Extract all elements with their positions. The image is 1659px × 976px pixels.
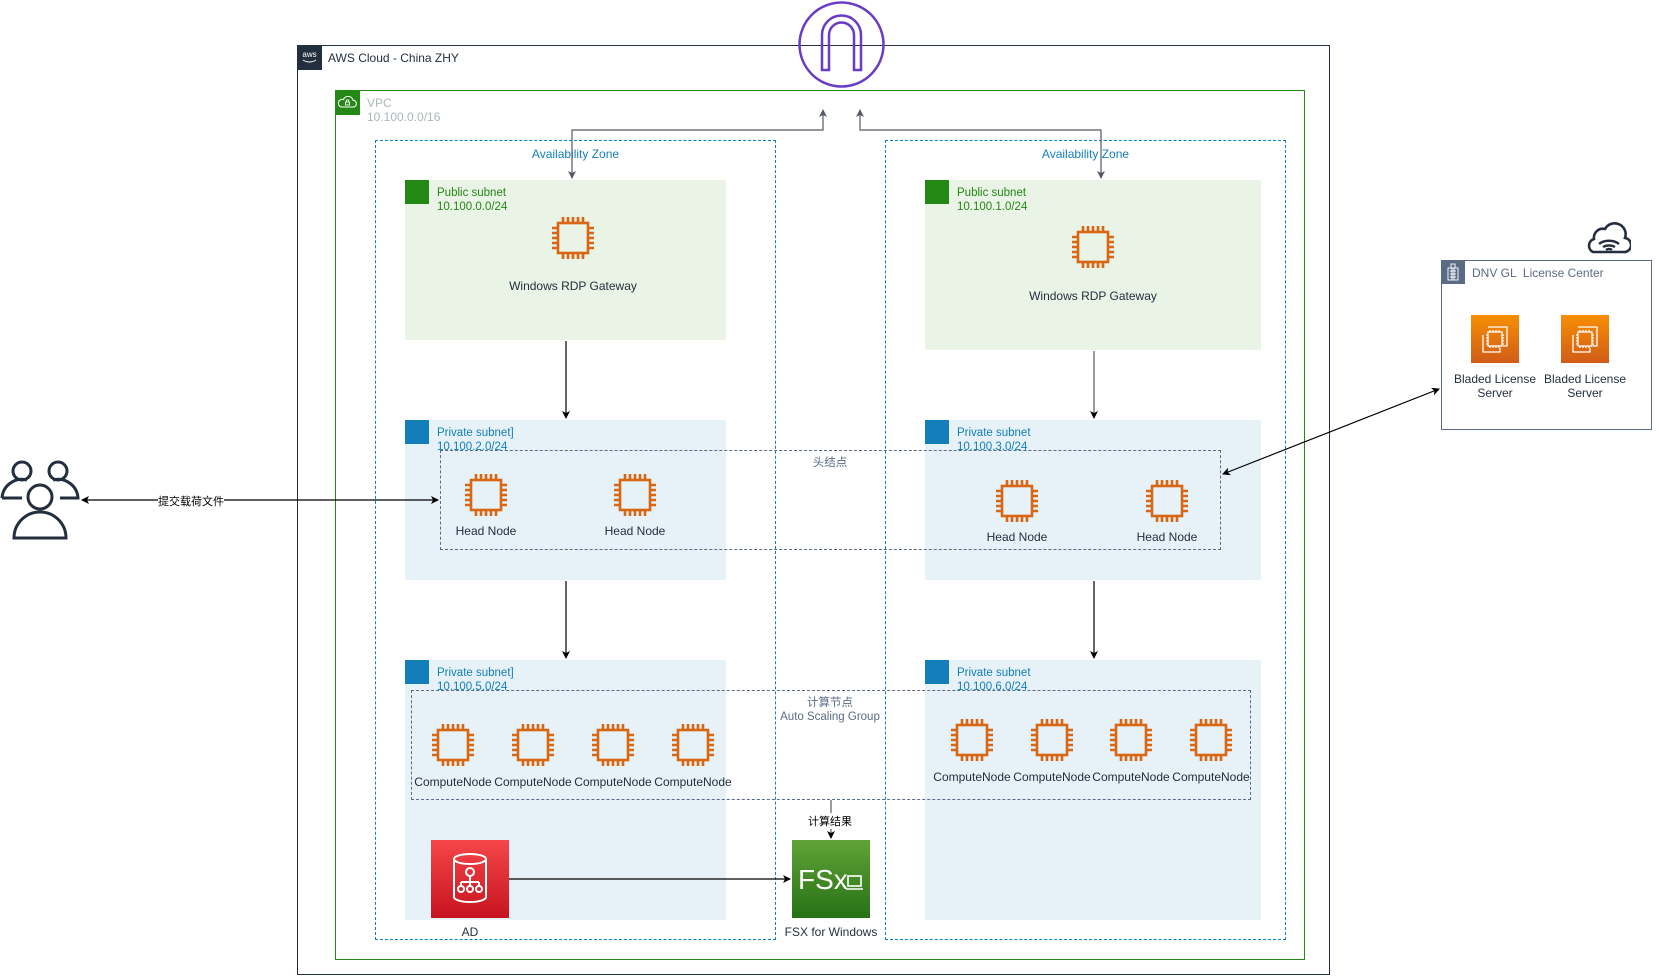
edge-igw-az2 [856, 109, 1105, 179]
connectors-layer [81, 109, 1440, 883]
edge-igw-az1 [568, 109, 827, 179]
edge-license-head [1222, 387, 1440, 476]
edge-label-compute-results: 计算结果 [808, 813, 852, 829]
edge-label-submit-load-files: 提交载荷文件 [158, 493, 224, 509]
